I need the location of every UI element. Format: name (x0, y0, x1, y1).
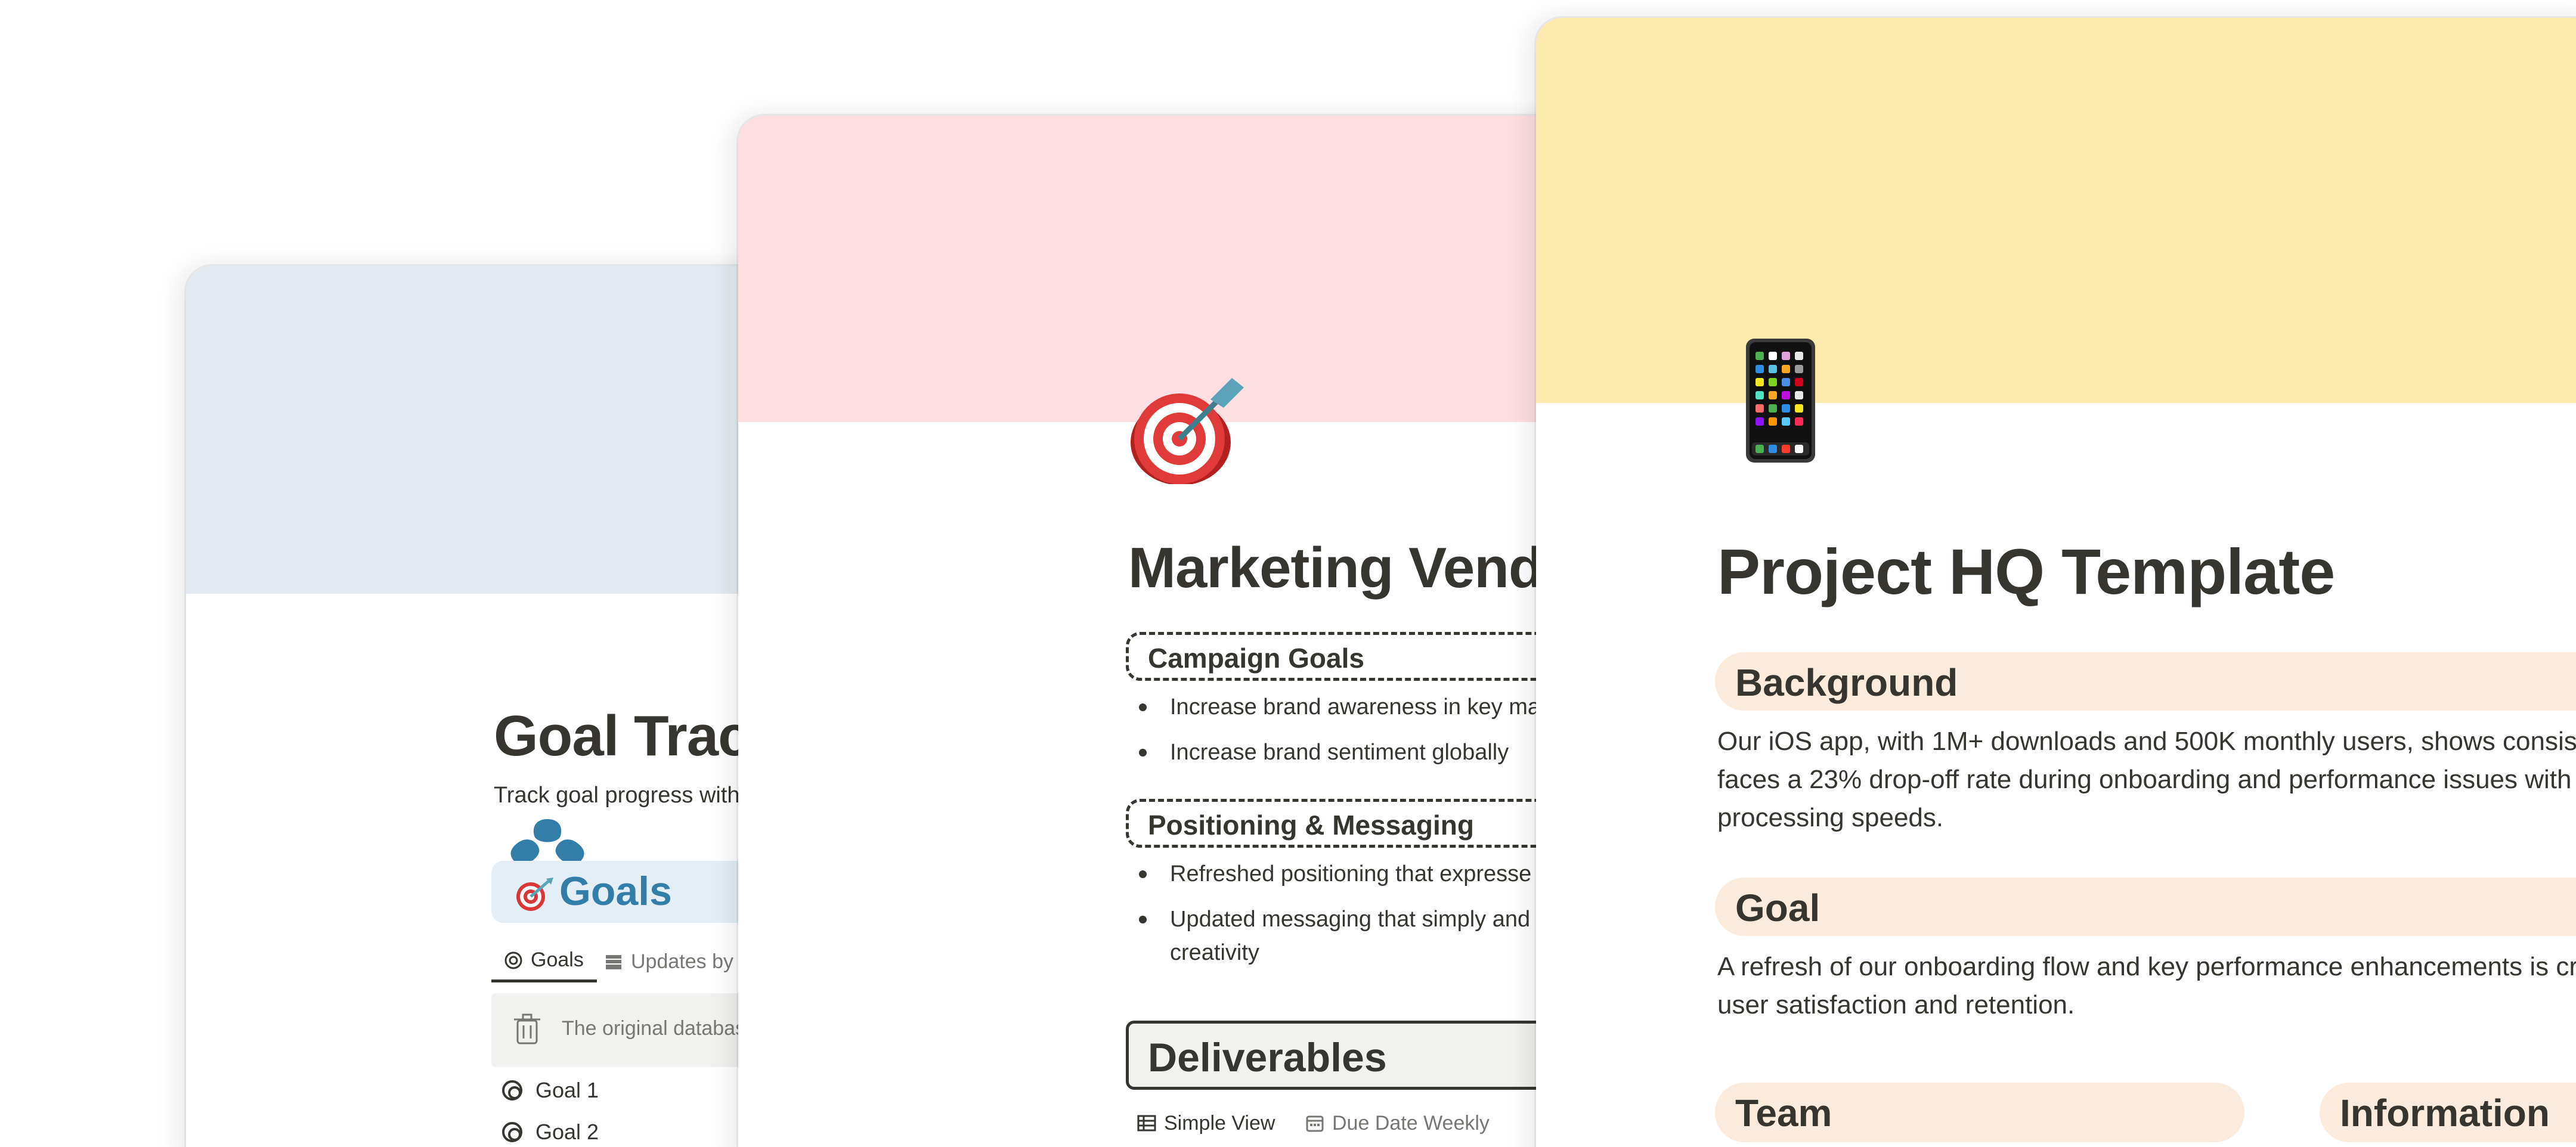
goals-heading-text: Goals (559, 869, 672, 914)
section-heading-text: Campaign Goals (1148, 643, 1364, 674)
callout-text: The original database (562, 1017, 757, 1040)
list-item: Increase brand awareness in key ma (1139, 690, 1573, 724)
section-heading-background: Background (1715, 652, 2576, 711)
tab-due-date-weekly-label: Due Date Weekly (1332, 1111, 1490, 1134)
page-title: Goal Track (494, 704, 781, 768)
marketing-cover (738, 116, 1573, 422)
paragraph-line: faces a 23% drop-off rate during onboard… (1717, 765, 2572, 794)
list-item: Refreshed positioning that expresse (1139, 857, 1573, 891)
tab-goals[interactable]: Goals (491, 941, 597, 982)
section-heading-text: Background (1735, 661, 1958, 704)
list-item-label: Goal 2 (535, 1120, 599, 1144)
section-heading-team: Team (1715, 1083, 2244, 1142)
dart-target-icon (514, 876, 555, 915)
paragraph-line: A refresh of our onboarding flow and key… (1717, 952, 2576, 981)
list-item: Updated messaging that simply and creati… (1139, 903, 1573, 969)
tab-updates-label: Updates by (631, 950, 733, 973)
section-heading-positioning: Positioning & Messaging (1126, 799, 1573, 848)
table-icon (1137, 1115, 1156, 1132)
list-item-text: Updated messaging that simply and (1170, 907, 1531, 932)
section-heading-text: Information (2340, 1092, 2550, 1134)
mobile-phone-icon (1745, 337, 1816, 466)
list-item-text: Increase brand awareness in key ma (1170, 695, 1540, 720)
tab-due-date-weekly[interactable]: Due Date Weekly (1305, 1105, 1490, 1141)
dart-target-icon (1127, 377, 1246, 486)
paragraph-line: user satisfaction and retention. (1717, 990, 2075, 1019)
trash-icon (513, 1012, 541, 1049)
tab-goals-label: Goals (531, 948, 584, 971)
tab-updates[interactable]: Updates by (603, 941, 733, 982)
section-heading-information: Information (2320, 1083, 2576, 1142)
paragraph-line: processing speeds. (1717, 803, 1944, 832)
deliverables-heading-text: Deliverables (1148, 1035, 1387, 1080)
page-title: Marketing Vend (1128, 536, 1543, 600)
list-item-label: Goal 1 (535, 1078, 599, 1102)
page-description: Track goal progress with (494, 783, 740, 808)
tab-simple-view-label: Simple View (1164, 1111, 1275, 1134)
list-item[interactable]: Goal 1 (502, 1078, 599, 1103)
list-item[interactable]: Goal 2 (502, 1120, 599, 1145)
paragraph-line: Our iOS app, with 1M+ downloads and 500K… (1717, 727, 2576, 756)
section-heading-goal: Goal (1715, 878, 2576, 936)
stack-icon (606, 955, 621, 969)
project-hq-cover (1536, 18, 2576, 403)
list-item-text: Refreshed positioning that expresse (1170, 861, 1532, 886)
section-heading-text: Team (1735, 1092, 1832, 1134)
marketing-card[interactable]: Marketing Vend Campaign Goals Increase b… (738, 116, 1573, 1147)
database-tabs: Simple View Due Date Weekly (1137, 1105, 1573, 1141)
section-heading-text: Goal (1735, 886, 1820, 929)
calendar-icon (1306, 1115, 1324, 1132)
section-heading-campaign-goals: Campaign Goals (1126, 632, 1573, 681)
page-title: Project HQ Template (1717, 535, 2335, 607)
target-icon (504, 951, 522, 969)
list-item-text: Increase brand sentiment globally (1170, 740, 1509, 765)
section-heading-text: Positioning & Messaging (1148, 810, 1474, 841)
project-hq-card[interactable]: Project HQ Template Background Our iOS a… (1536, 18, 2576, 1147)
target-icon (502, 1080, 522, 1100)
list-item: Increase brand sentiment globally (1139, 736, 1573, 769)
list-item-text-continued: creativity (1170, 940, 1259, 965)
tab-simple-view[interactable]: Simple View (1137, 1105, 1275, 1141)
deliverables-heading: Deliverables (1126, 1021, 1573, 1090)
target-icon (502, 1122, 522, 1142)
